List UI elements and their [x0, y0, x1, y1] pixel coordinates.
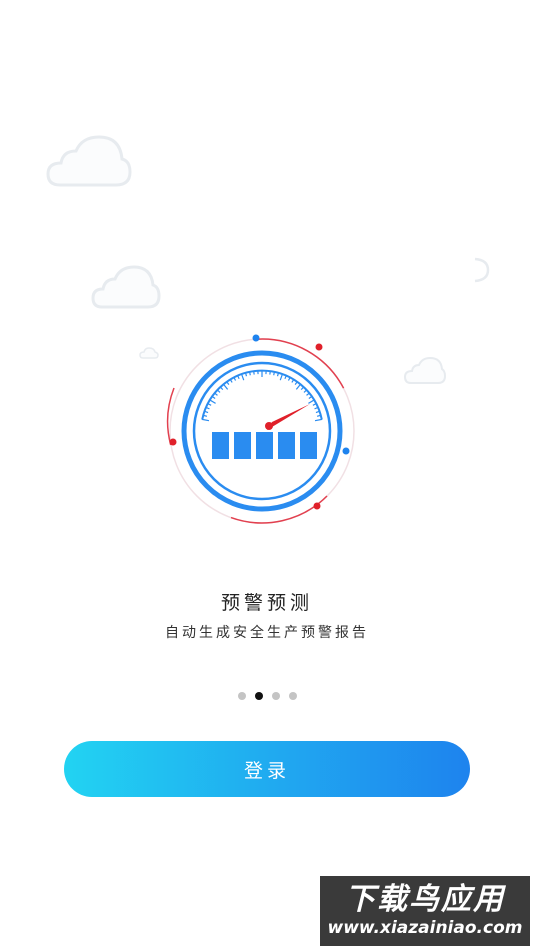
cloud-icon	[139, 347, 159, 359]
gauge-illustration	[166, 334, 355, 524]
watermark-title: 下载鸟应用	[345, 882, 505, 917]
login-button[interactable]: 登录	[64, 741, 470, 797]
page-dot[interactable]	[237, 692, 246, 700]
slide-title: 预警预测	[220, 592, 313, 614]
page-dot[interactable]	[271, 692, 280, 700]
cloud-icon	[474, 257, 490, 283]
page-indicator	[0, 692, 534, 700]
cloud-icon	[403, 356, 447, 384]
page-dot-active[interactable]	[254, 692, 263, 700]
cloud-icon	[91, 265, 161, 309]
watermark-url: www.xiazainiao.com	[327, 918, 523, 938]
page-dot[interactable]	[288, 692, 297, 700]
watermark-logo: 下载鸟应用 www.xiazainiao.com	[320, 876, 530, 946]
cloud-icon	[46, 135, 132, 187]
slide-subtitle: 自动生成安全生产预警报告	[165, 625, 369, 641]
